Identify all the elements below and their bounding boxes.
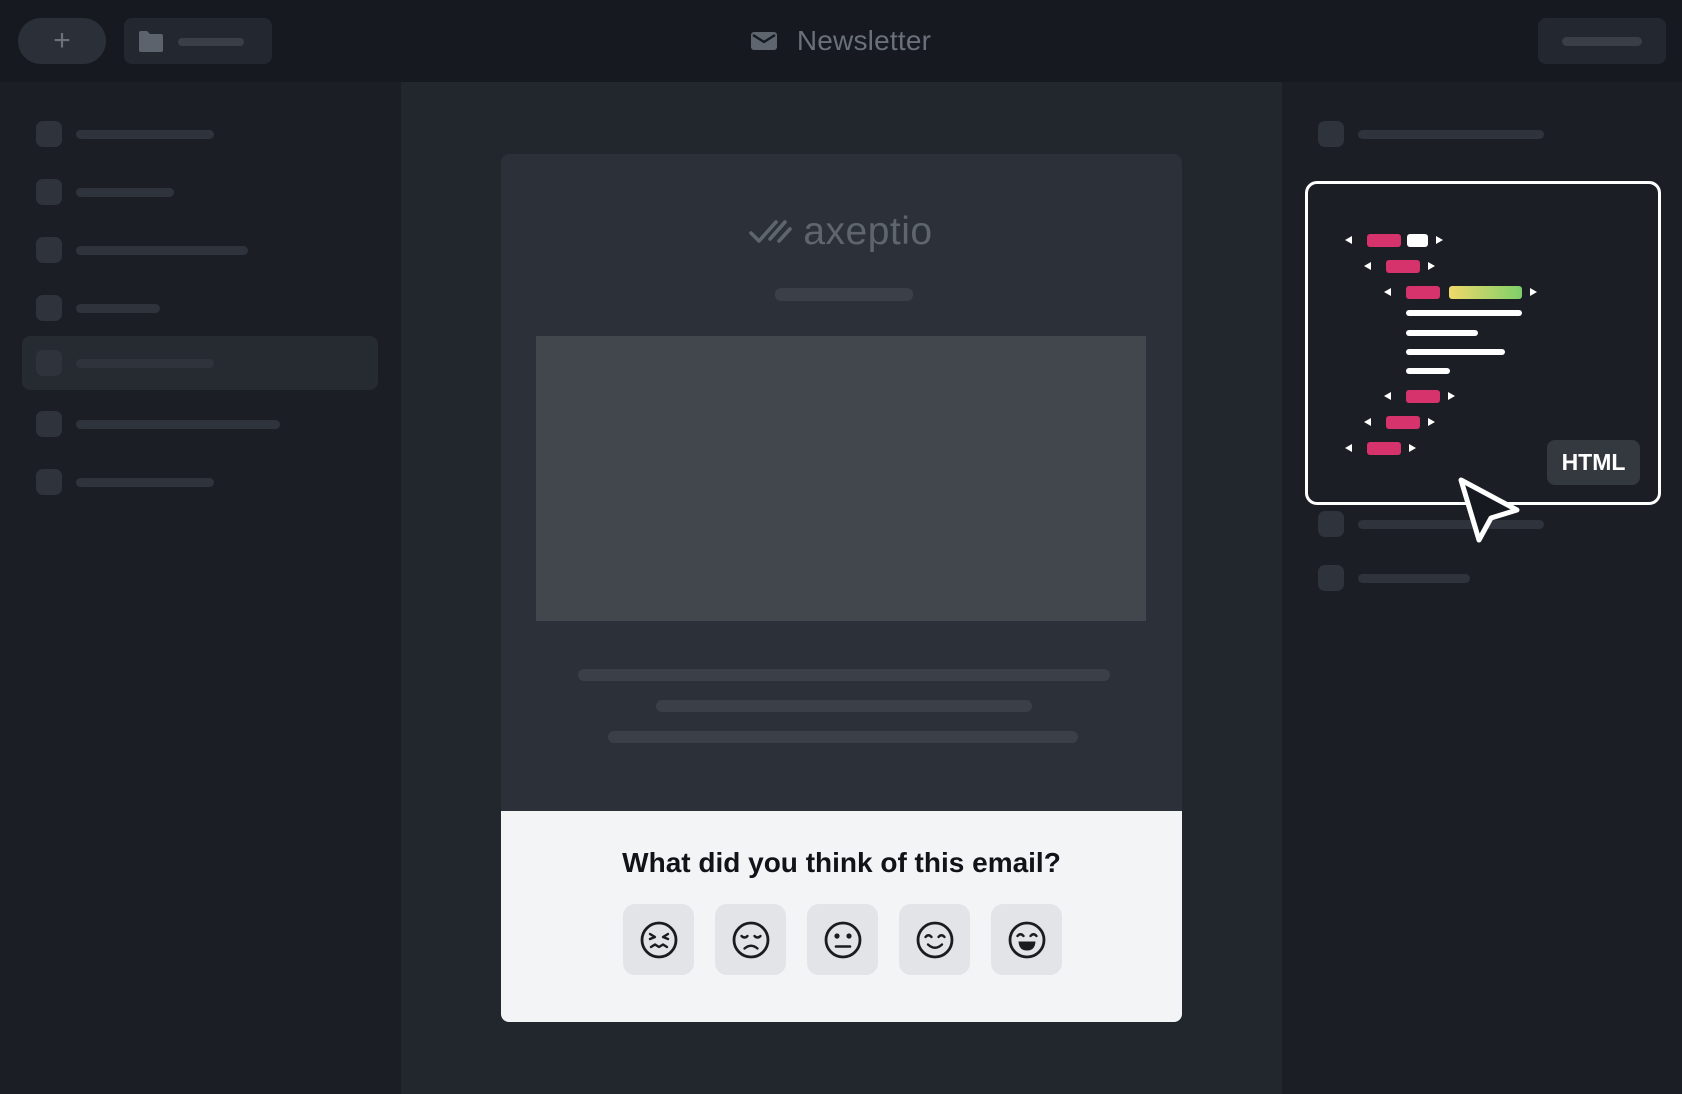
sidebar-item[interactable]: [22, 455, 378, 509]
item-checkbox[interactable]: [36, 295, 62, 321]
item-checkbox[interactable]: [36, 179, 62, 205]
sidebar-item[interactable]: [22, 281, 378, 335]
item-checkbox[interactable]: [36, 121, 62, 147]
settings-item[interactable]: [1304, 551, 1660, 605]
brand-name: axeptio: [803, 210, 933, 253]
item-checkbox[interactable]: [1318, 121, 1344, 147]
rating-neutral-button[interactable]: [807, 904, 878, 975]
item-checkbox[interactable]: [36, 350, 62, 376]
feedback-section: What did you think of this email?: [501, 811, 1182, 1022]
primary-action-button[interactable]: [1538, 18, 1666, 64]
text-line-placeholder: [656, 700, 1032, 712]
item-label-placeholder: [1358, 574, 1470, 583]
item-checkbox[interactable]: [36, 411, 62, 437]
envelope-icon: [750, 32, 777, 50]
html-badge: HTML: [1547, 440, 1640, 485]
double-check-logo-icon: [749, 220, 793, 243]
rating-happy-button[interactable]: [899, 904, 970, 975]
text-line-placeholder: [608, 731, 1078, 743]
button-label-placeholder: [1562, 37, 1642, 46]
text-line-placeholder: [578, 669, 1110, 681]
hero-image-placeholder: [536, 336, 1146, 621]
sidebar-item[interactable]: [22, 107, 378, 161]
rating-very-happy-button[interactable]: [991, 904, 1062, 975]
cursor-arrow-icon: [1458, 477, 1520, 543]
item-label-placeholder: [76, 420, 280, 429]
settings-item[interactable]: [1304, 107, 1660, 161]
item-label-placeholder: [76, 188, 174, 197]
rating-options: [623, 904, 1062, 975]
happy-face-icon: [916, 921, 953, 958]
item-label-placeholder: [76, 130, 214, 139]
sidebar-item[interactable]: [22, 397, 378, 451]
item-checkbox[interactable]: [1318, 565, 1344, 591]
page-title: Newsletter: [796, 25, 932, 56]
subtitle-placeholder: [775, 288, 913, 301]
item-label-placeholder: [76, 478, 214, 487]
sidebar-item-active[interactable]: [22, 336, 378, 390]
rating-very-unhappy-button[interactable]: [623, 904, 694, 975]
neutral-face-icon: [824, 921, 861, 958]
item-label-placeholder: [1358, 130, 1544, 139]
item-label-placeholder: [76, 359, 214, 368]
rating-sad-button[interactable]: [715, 904, 786, 975]
feedback-question: What did you think of this email?: [622, 847, 1061, 878]
item-checkbox[interactable]: [36, 469, 62, 495]
top-bar: + Newsletter: [0, 0, 1682, 82]
item-checkbox[interactable]: [1318, 511, 1344, 537]
item-label-placeholder: [76, 304, 160, 313]
very-unhappy-face-icon: [640, 921, 677, 958]
sad-face-icon: [732, 921, 769, 958]
very-happy-face-icon: [1008, 921, 1045, 958]
document-title-group: Newsletter: [0, 0, 1682, 82]
